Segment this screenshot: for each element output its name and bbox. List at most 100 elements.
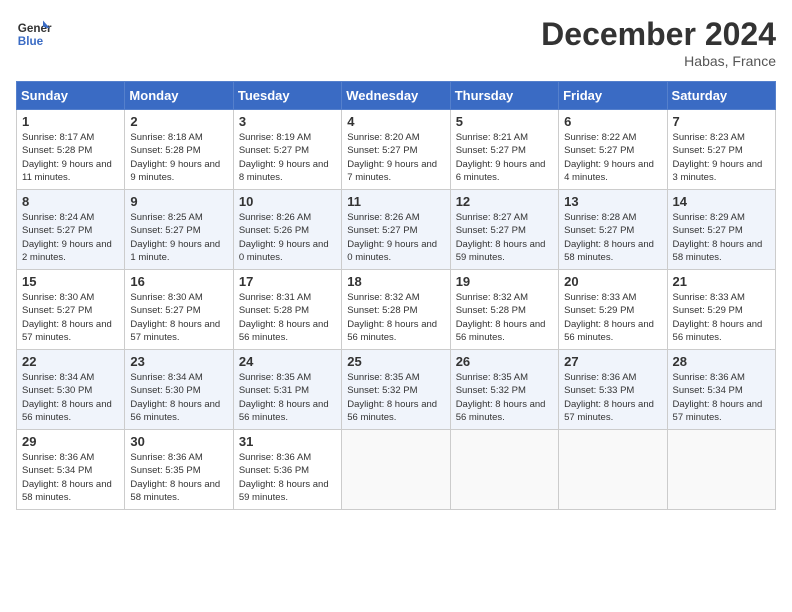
calendar-week-2: 8 Sunrise: 8:24 AM Sunset: 5:27 PM Dayli… — [17, 190, 776, 270]
day-cell-8: 8 Sunrise: 8:24 AM Sunset: 5:27 PM Dayli… — [17, 190, 125, 270]
day-number: 8 — [22, 194, 119, 209]
day-number: 14 — [673, 194, 770, 209]
day-number: 10 — [239, 194, 336, 209]
day-info: Sunrise: 8:33 AM Sunset: 5:29 PM Dayligh… — [673, 291, 770, 344]
day-cell-22: 22 Sunrise: 8:34 AM Sunset: 5:30 PM Dayl… — [17, 350, 125, 430]
header-friday: Friday — [559, 82, 667, 110]
month-title: December 2024 — [541, 16, 776, 53]
day-info: Sunrise: 8:36 AM Sunset: 5:34 PM Dayligh… — [673, 371, 770, 424]
day-info: Sunrise: 8:27 AM Sunset: 5:27 PM Dayligh… — [456, 211, 553, 264]
calendar-week-5: 29 Sunrise: 8:36 AM Sunset: 5:34 PM Dayl… — [17, 430, 776, 510]
header-thursday: Thursday — [450, 82, 558, 110]
day-cell-27: 27 Sunrise: 8:36 AM Sunset: 5:33 PM Dayl… — [559, 350, 667, 430]
day-info: Sunrise: 8:31 AM Sunset: 5:28 PM Dayligh… — [239, 291, 336, 344]
day-number: 7 — [673, 114, 770, 129]
day-number: 5 — [456, 114, 553, 129]
day-info: Sunrise: 8:35 AM Sunset: 5:32 PM Dayligh… — [347, 371, 444, 424]
day-number: 2 — [130, 114, 227, 129]
day-info: Sunrise: 8:34 AM Sunset: 5:30 PM Dayligh… — [130, 371, 227, 424]
day-cell-31: 31 Sunrise: 8:36 AM Sunset: 5:36 PM Dayl… — [233, 430, 341, 510]
day-cell-5: 5 Sunrise: 8:21 AM Sunset: 5:27 PM Dayli… — [450, 110, 558, 190]
day-info: Sunrise: 8:22 AM Sunset: 5:27 PM Dayligh… — [564, 131, 661, 184]
day-info: Sunrise: 8:17 AM Sunset: 5:28 PM Dayligh… — [22, 131, 119, 184]
day-cell-10: 10 Sunrise: 8:26 AM Sunset: 5:26 PM Dayl… — [233, 190, 341, 270]
header-monday: Monday — [125, 82, 233, 110]
day-cell-9: 9 Sunrise: 8:25 AM Sunset: 5:27 PM Dayli… — [125, 190, 233, 270]
empty-cell — [559, 430, 667, 510]
day-info: Sunrise: 8:30 AM Sunset: 5:27 PM Dayligh… — [22, 291, 119, 344]
page-header: General Blue December 2024 Habas, France — [16, 16, 776, 69]
day-info: Sunrise: 8:35 AM Sunset: 5:31 PM Dayligh… — [239, 371, 336, 424]
day-info: Sunrise: 8:33 AM Sunset: 5:29 PM Dayligh… — [564, 291, 661, 344]
day-number: 23 — [130, 354, 227, 369]
day-cell-14: 14 Sunrise: 8:29 AM Sunset: 5:27 PM Dayl… — [667, 190, 775, 270]
day-info: Sunrise: 8:36 AM Sunset: 5:36 PM Dayligh… — [239, 451, 336, 504]
day-cell-30: 30 Sunrise: 8:36 AM Sunset: 5:35 PM Dayl… — [125, 430, 233, 510]
day-number: 19 — [456, 274, 553, 289]
day-cell-6: 6 Sunrise: 8:22 AM Sunset: 5:27 PM Dayli… — [559, 110, 667, 190]
day-cell-3: 3 Sunrise: 8:19 AM Sunset: 5:27 PM Dayli… — [233, 110, 341, 190]
day-info: Sunrise: 8:34 AM Sunset: 5:30 PM Dayligh… — [22, 371, 119, 424]
day-info: Sunrise: 8:29 AM Sunset: 5:27 PM Dayligh… — [673, 211, 770, 264]
location: Habas, France — [541, 53, 776, 69]
day-cell-2: 2 Sunrise: 8:18 AM Sunset: 5:28 PM Dayli… — [125, 110, 233, 190]
day-number: 1 — [22, 114, 119, 129]
calendar-week-3: 15 Sunrise: 8:30 AM Sunset: 5:27 PM Dayl… — [17, 270, 776, 350]
day-cell-23: 23 Sunrise: 8:34 AM Sunset: 5:30 PM Dayl… — [125, 350, 233, 430]
day-number: 3 — [239, 114, 336, 129]
day-info: Sunrise: 8:36 AM Sunset: 5:33 PM Dayligh… — [564, 371, 661, 424]
svg-text:Blue: Blue — [18, 35, 44, 48]
day-info: Sunrise: 8:26 AM Sunset: 5:27 PM Dayligh… — [347, 211, 444, 264]
day-info: Sunrise: 8:35 AM Sunset: 5:32 PM Dayligh… — [456, 371, 553, 424]
title-block: December 2024 Habas, France — [541, 16, 776, 69]
day-cell-26: 26 Sunrise: 8:35 AM Sunset: 5:32 PM Dayl… — [450, 350, 558, 430]
day-number: 31 — [239, 434, 336, 449]
svg-text:General: General — [18, 22, 52, 35]
day-number: 27 — [564, 354, 661, 369]
calendar-table: Sunday Monday Tuesday Wednesday Thursday… — [16, 81, 776, 510]
calendar-week-4: 22 Sunrise: 8:34 AM Sunset: 5:30 PM Dayl… — [17, 350, 776, 430]
day-info: Sunrise: 8:24 AM Sunset: 5:27 PM Dayligh… — [22, 211, 119, 264]
day-number: 25 — [347, 354, 444, 369]
day-number: 17 — [239, 274, 336, 289]
empty-cell — [450, 430, 558, 510]
day-cell-20: 20 Sunrise: 8:33 AM Sunset: 5:29 PM Dayl… — [559, 270, 667, 350]
empty-cell — [667, 430, 775, 510]
day-info: Sunrise: 8:36 AM Sunset: 5:34 PM Dayligh… — [22, 451, 119, 504]
day-number: 26 — [456, 354, 553, 369]
day-number: 13 — [564, 194, 661, 209]
day-number: 12 — [456, 194, 553, 209]
day-info: Sunrise: 8:32 AM Sunset: 5:28 PM Dayligh… — [347, 291, 444, 344]
header-sunday: Sunday — [17, 82, 125, 110]
day-cell-12: 12 Sunrise: 8:27 AM Sunset: 5:27 PM Dayl… — [450, 190, 558, 270]
day-cell-11: 11 Sunrise: 8:26 AM Sunset: 5:27 PM Dayl… — [342, 190, 450, 270]
day-info: Sunrise: 8:20 AM Sunset: 5:27 PM Dayligh… — [347, 131, 444, 184]
day-cell-13: 13 Sunrise: 8:28 AM Sunset: 5:27 PM Dayl… — [559, 190, 667, 270]
day-info: Sunrise: 8:28 AM Sunset: 5:27 PM Dayligh… — [564, 211, 661, 264]
day-number: 21 — [673, 274, 770, 289]
day-cell-15: 15 Sunrise: 8:30 AM Sunset: 5:27 PM Dayl… — [17, 270, 125, 350]
day-number: 9 — [130, 194, 227, 209]
day-info: Sunrise: 8:26 AM Sunset: 5:26 PM Dayligh… — [239, 211, 336, 264]
day-cell-19: 19 Sunrise: 8:32 AM Sunset: 5:28 PM Dayl… — [450, 270, 558, 350]
empty-cell — [342, 430, 450, 510]
day-info: Sunrise: 8:19 AM Sunset: 5:27 PM Dayligh… — [239, 131, 336, 184]
day-info: Sunrise: 8:30 AM Sunset: 5:27 PM Dayligh… — [130, 291, 227, 344]
day-cell-29: 29 Sunrise: 8:36 AM Sunset: 5:34 PM Dayl… — [17, 430, 125, 510]
day-number: 20 — [564, 274, 661, 289]
day-cell-24: 24 Sunrise: 8:35 AM Sunset: 5:31 PM Dayl… — [233, 350, 341, 430]
day-number: 30 — [130, 434, 227, 449]
header-saturday: Saturday — [667, 82, 775, 110]
logo-icon: General Blue — [16, 16, 52, 52]
day-info: Sunrise: 8:21 AM Sunset: 5:27 PM Dayligh… — [456, 131, 553, 184]
day-number: 29 — [22, 434, 119, 449]
day-cell-28: 28 Sunrise: 8:36 AM Sunset: 5:34 PM Dayl… — [667, 350, 775, 430]
day-cell-17: 17 Sunrise: 8:31 AM Sunset: 5:28 PM Dayl… — [233, 270, 341, 350]
calendar-week-1: 1 Sunrise: 8:17 AM Sunset: 5:28 PM Dayli… — [17, 110, 776, 190]
weekday-header-row: Sunday Monday Tuesday Wednesday Thursday… — [17, 82, 776, 110]
day-number: 22 — [22, 354, 119, 369]
day-number: 4 — [347, 114, 444, 129]
day-cell-16: 16 Sunrise: 8:30 AM Sunset: 5:27 PM Dayl… — [125, 270, 233, 350]
day-cell-25: 25 Sunrise: 8:35 AM Sunset: 5:32 PM Dayl… — [342, 350, 450, 430]
day-number: 15 — [22, 274, 119, 289]
